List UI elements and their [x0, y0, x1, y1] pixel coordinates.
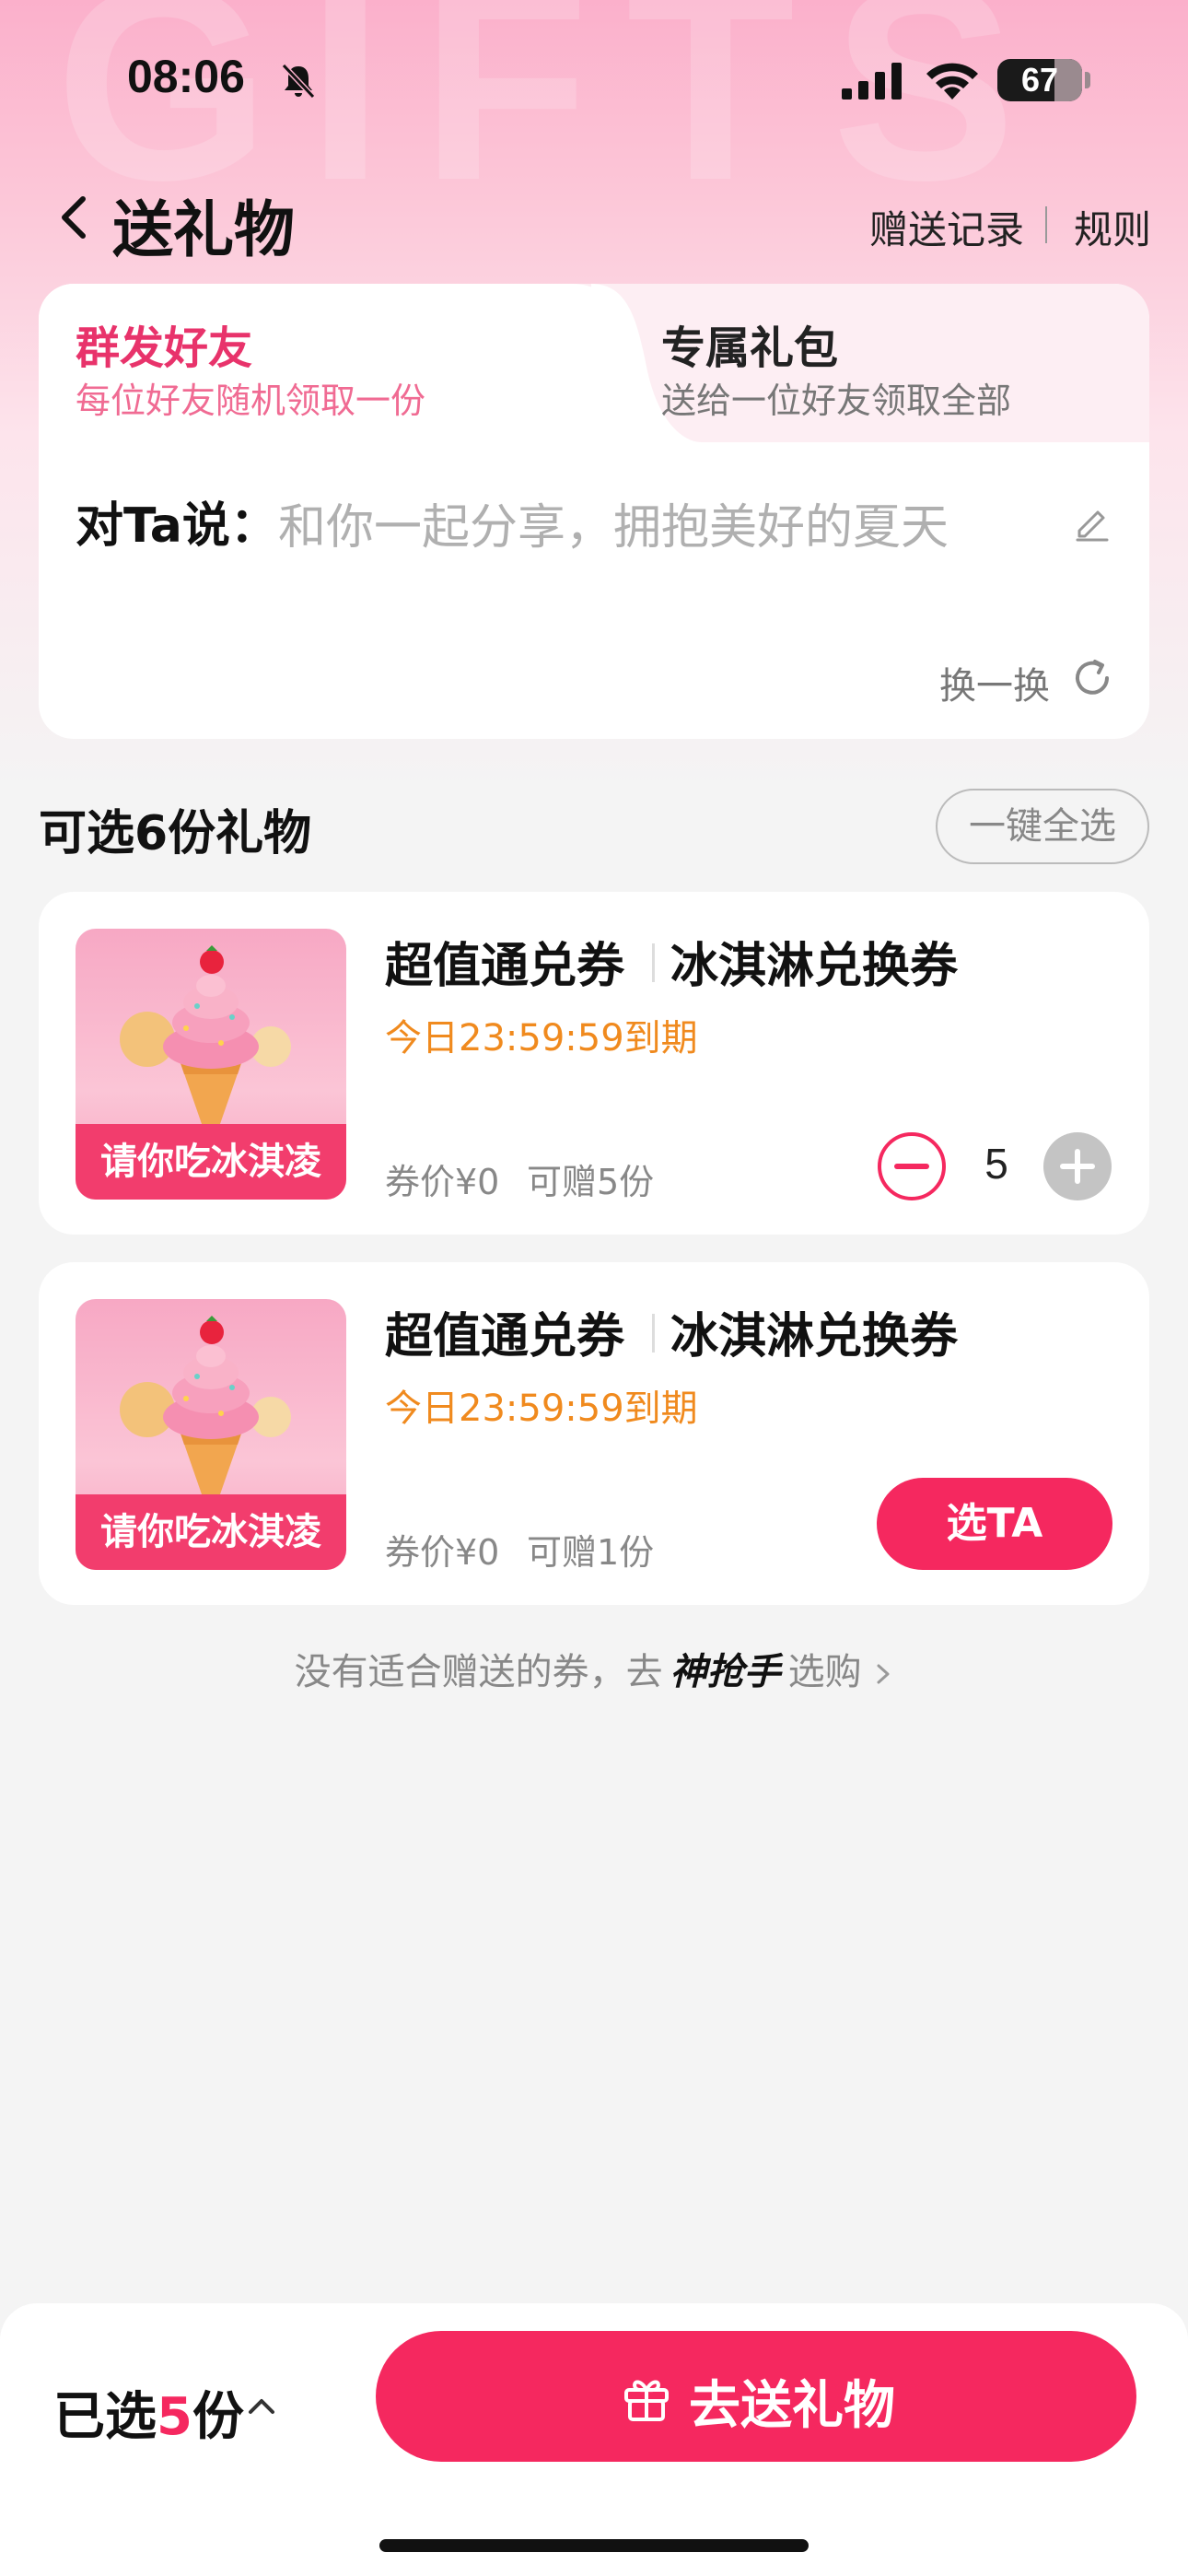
tab-exclusive-pack-title: 专属礼包 — [661, 322, 839, 374]
cellular-signal-icon — [842, 63, 902, 100]
title-separator — [652, 943, 655, 982]
selected-suffix: 份 — [192, 2387, 244, 2447]
decrease-quantity-button[interactable] — [877, 1131, 947, 1201]
hint-prefix: 没有适合赠送的券，去 — [294, 1651, 663, 1693]
tab-group-send-title: 群发好友 — [76, 322, 253, 374]
send-gift-button[interactable]: 去送礼物 — [376, 2331, 1136, 2462]
message-input[interactable]: 和你一起分享，拥抱美好的夏天 — [278, 488, 949, 557]
gift-mode-card: 群发好友 每位好友随机领取一份 专属礼包 送给一位好友领取全部 对Ta说： 和你… — [39, 284, 1149, 739]
ice-cream-thumbnail: 请你吃冰淇凌 — [76, 1299, 346, 1570]
gift-price: 券价¥0 — [385, 1162, 500, 1202]
gift-price: 券价¥0 — [385, 1532, 500, 1573]
tab-exclusive-pack-subtitle: 送给一位好友领取全部 — [661, 381, 1012, 421]
selected-count: 5 — [157, 2387, 192, 2447]
status-time: 08:06 — [127, 51, 245, 102]
battery-percentage: 67 — [1020, 61, 1059, 99]
ice-cream-thumbnail: 请你吃冰淇凌 — [76, 929, 346, 1200]
message-label: 对Ta说： — [76, 498, 278, 554]
gift-card: 请你吃冰淇凌 超值通兑券 冰淇淋兑换券 今日23:59:59到期 券价¥0 可赠… — [39, 892, 1149, 1235]
title-separator — [652, 1314, 655, 1352]
home-indicator — [379, 2539, 809, 2552]
page-title: 送礼物 — [112, 194, 295, 265]
gift-record-link[interactable]: 赠送记录 — [869, 199, 1024, 255]
selected-summary[interactable]: 已选5份 — [53, 2375, 244, 2450]
section-title: 可选6份礼物 — [39, 806, 312, 861]
pick-gift-button[interactable]: 选TA — [877, 1478, 1112, 1570]
select-all-button[interactable]: 一键全选 — [936, 789, 1149, 864]
chevron-up-icon[interactable] — [245, 2390, 278, 2423]
selected-prefix: 已选 — [53, 2387, 157, 2447]
gift-expiry: 今日23:59:59到期 — [385, 1017, 698, 1060]
back-chevron-icon[interactable] — [55, 192, 92, 243]
refresh-message-button[interactable]: 换一换 — [939, 656, 1050, 709]
thumbnail-banner: 请你吃冰淇凌 — [76, 1494, 346, 1570]
battery-indicator: 67 — [997, 59, 1082, 101]
wifi-icon — [926, 63, 978, 100]
bell-muted-icon — [281, 63, 316, 100]
gift-available-count: 可赠5份 — [527, 1162, 655, 1202]
gift-name: 冰淇淋兑换券 — [670, 1309, 959, 1364]
send-gift-label: 去送礼物 — [689, 2376, 895, 2436]
refresh-icon[interactable] — [1070, 656, 1114, 700]
ice-cream-icon — [120, 1316, 291, 1511]
gift-box-icon — [624, 2380, 669, 2421]
header-divider — [1045, 206, 1047, 243]
gift-type: 超值通兑券 — [385, 1309, 625, 1364]
gift-type: 超值通兑券 — [385, 939, 625, 994]
increase-quantity-button[interactable] — [1042, 1131, 1112, 1201]
chevron-right-icon — [877, 1664, 890, 1684]
gift-expiry: 今日23:59:59到期 — [385, 1388, 698, 1430]
brand-name: 神抢手 — [670, 1651, 781, 1693]
thumbnail-banner: 请你吃冰淇凌 — [76, 1124, 346, 1200]
edit-pencil-icon[interactable] — [1072, 501, 1112, 542]
tab-group-send-subtitle: 每位好友随机领取一份 — [76, 381, 426, 421]
ice-cream-icon — [120, 945, 291, 1141]
gift-card: 请你吃冰淇凌 超值通兑券 冰淇淋兑换券 今日23:59:59到期 券价¥0 可赠… — [39, 1262, 1149, 1605]
rules-link[interactable]: 规则 — [1074, 199, 1151, 255]
gift-available-count: 可赠1份 — [527, 1532, 655, 1573]
gift-name: 冰淇淋兑换券 — [670, 939, 959, 994]
shop-more-hint[interactable]: 没有适合赠送的券，去 神抢手 选购 — [0, 1642, 1188, 1695]
quantity-value: 5 — [984, 1140, 1008, 1188]
hint-suffix: 选购 — [787, 1651, 862, 1693]
battery-tip — [1085, 72, 1090, 88]
